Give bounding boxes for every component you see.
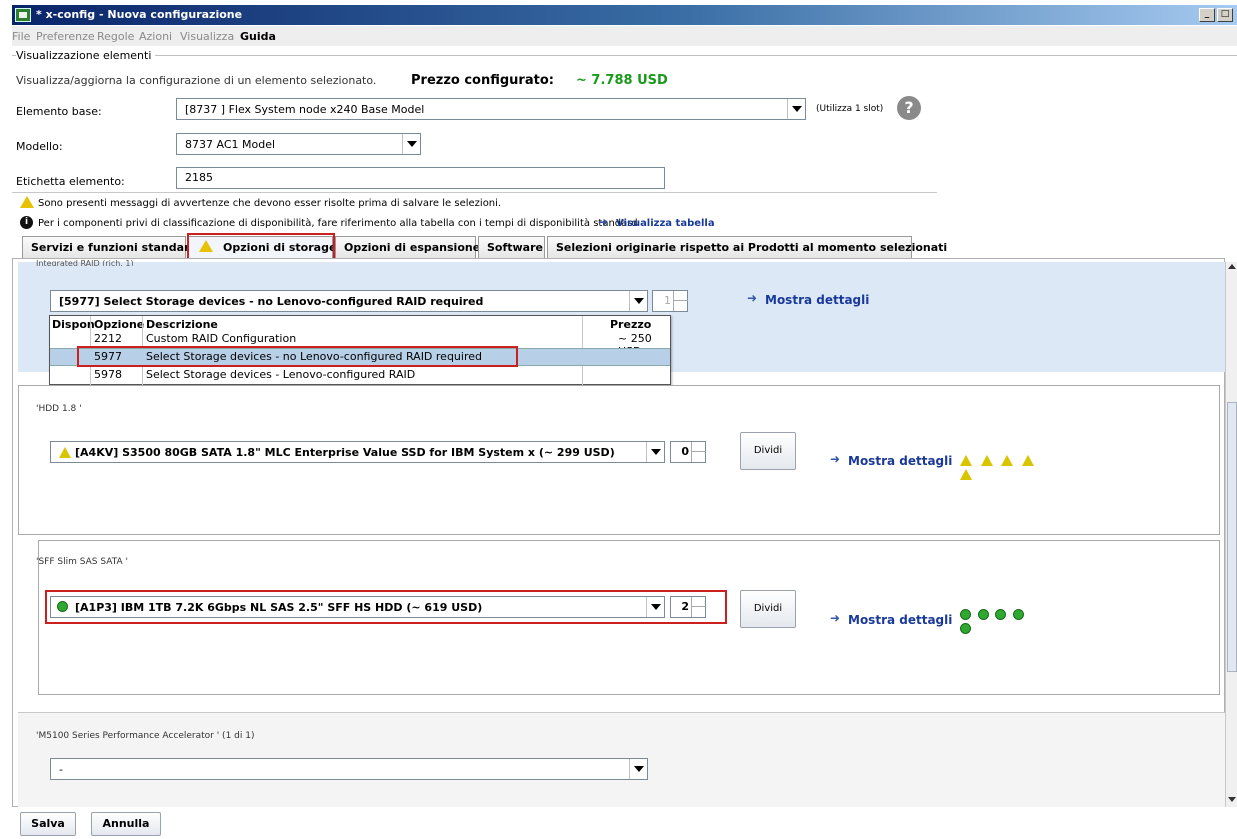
- model-label: Modello:: [16, 140, 63, 153]
- base-label: Elemento base:: [16, 105, 102, 118]
- col-availability: Dispon: [52, 318, 95, 331]
- menu-visualizza[interactable]: Visualizza: [180, 30, 234, 43]
- arrow-right-icon: ➜: [830, 452, 841, 466]
- raid-quantity[interactable]: 1: [652, 290, 688, 312]
- raid-section-title: Integrated RAID (rich. 1): [36, 259, 134, 266]
- group-border: [12, 55, 1237, 56]
- sff-status-icons: [960, 609, 1040, 637]
- menu-guida[interactable]: Guida: [240, 30, 276, 43]
- chevron-down-icon[interactable]: [629, 291, 647, 311]
- group-title: Visualizzazione elementi: [16, 49, 156, 62]
- base-element-combo[interactable]: [8737 ] Flex System node x240 Base Model: [176, 98, 806, 120]
- hdd18-combo-value: [A4KV] S3500 80GB SATA 1.8" MLC Enterpri…: [75, 446, 615, 459]
- tab-standard-services[interactable]: Servizi e funzioni standard: [22, 236, 197, 258]
- app-icon: [15, 8, 31, 22]
- tab-software[interactable]: Software: [478, 236, 545, 258]
- price-label: Prezzo configurato:: [411, 73, 554, 88]
- panel-description: Visualizza/aggiorna la configurazione di…: [16, 74, 377, 87]
- hdd18-section-title: 'HDD 1.8 ': [36, 404, 82, 414]
- arrow-right-icon: ➜: [598, 215, 609, 229]
- cancel-button[interactable]: Annulla: [91, 812, 161, 836]
- save-button[interactable]: Salva: [20, 812, 76, 836]
- sff-split-button[interactable]: Dividi: [740, 590, 796, 628]
- yellow-warning-icon: [59, 447, 72, 458]
- raid-combo-value: [5977] Select Storage devices - no Lenov…: [59, 295, 484, 308]
- option-description: Select Storage devices - Lenovo-configur…: [146, 368, 416, 381]
- green-available-icon: [1012, 609, 1024, 620]
- model-value: 8737 AC1 Model: [185, 138, 276, 151]
- menu-regole[interactable]: Regole: [97, 30, 134, 43]
- title-bar: * x-config - Nuova configurazione _ □: [12, 5, 1237, 25]
- arrow-right-icon: ➜: [747, 291, 758, 305]
- hdd18-combo[interactable]: [A4KV] S3500 80GB SATA 1.8" MLC Enterpri…: [50, 441, 665, 463]
- sff-section-title: 'SFF Slim SAS SATA ': [36, 557, 128, 567]
- raid-combo[interactable]: [5977] Select Storage devices - no Lenov…: [50, 290, 648, 312]
- spinner-arrows-icon[interactable]: [673, 291, 688, 311]
- menu-azioni[interactable]: Azioni: [139, 30, 172, 43]
- yellow-warning-icon: [1021, 455, 1035, 466]
- scroll-thumb[interactable]: [1227, 402, 1237, 672]
- separator: [12, 192, 937, 193]
- arrow-right-icon: ➜: [830, 611, 841, 625]
- window-title: * x-config - Nuova configurazione: [36, 8, 243, 21]
- raid-show-details-link[interactable]: Mostra dettagli: [765, 293, 869, 307]
- hdd18-quantity[interactable]: 0: [670, 441, 706, 463]
- highlight-storage-tab: [187, 233, 335, 261]
- view-table-link[interactable]: Visualizza tabella: [616, 218, 715, 229]
- menu-file[interactable]: File: [12, 30, 30, 43]
- warning-icon: [20, 196, 34, 211]
- m5100-combo-value: -: [59, 763, 63, 776]
- hdd18-split-button[interactable]: Dividi: [740, 432, 796, 470]
- price-value: ~ 7.788 USD: [576, 73, 668, 88]
- tag-label: Etichetta elemento:: [16, 175, 125, 188]
- info-message: Per i componenti privi di classificazion…: [38, 218, 638, 229]
- m5100-combo[interactable]: -: [50, 758, 648, 780]
- highlight-raid-option: [77, 346, 518, 367]
- yellow-warning-icon: [980, 455, 994, 466]
- sff-show-details-link[interactable]: Mostra dettagli: [848, 613, 952, 627]
- warning-message: Sono presenti messaggi di avvertenze che…: [38, 198, 502, 209]
- maximize-button[interactable]: □: [1217, 8, 1233, 22]
- tab-original-selections[interactable]: Selezioni originarie rispetto ai Prodott…: [547, 236, 947, 258]
- col-description: Descrizione: [146, 318, 218, 331]
- yellow-warning-icon: [960, 469, 973, 480]
- hdd18-show-details-link[interactable]: Mostra dettagli: [848, 454, 952, 468]
- spinner-arrows-icon[interactable]: [691, 442, 706, 462]
- chevron-down-icon[interactable]: [646, 442, 664, 462]
- menu-bar: File Preferenze Regole Azioni Visualizza…: [12, 26, 1237, 46]
- help-icon[interactable]: ?: [897, 96, 921, 120]
- scroll-up-icon[interactable]: [1228, 264, 1236, 269]
- yellow-warning-icon: [960, 455, 973, 466]
- tag-input[interactable]: 2185: [176, 167, 665, 189]
- highlight-sff-row: [45, 590, 727, 624]
- scroll-down-icon[interactable]: [1228, 797, 1236, 802]
- col-price: Prezzo: [610, 318, 652, 331]
- chevron-down-icon[interactable]: [629, 759, 647, 779]
- green-available-icon: [977, 609, 989, 620]
- chevron-down-icon[interactable]: [787, 99, 805, 119]
- option-description: Custom RAID Configuration: [146, 332, 297, 345]
- hdd18-status-icons: [960, 455, 1040, 483]
- chevron-down-icon[interactable]: [402, 134, 420, 154]
- slot-note: (Utilizza 1 slot): [816, 104, 884, 114]
- option-code: 2212: [94, 332, 122, 345]
- vertical-scrollbar[interactable]: [1225, 262, 1237, 807]
- menu-preferenze[interactable]: Preferenze: [36, 30, 95, 43]
- yellow-warning-icon: [1001, 455, 1014, 466]
- info-icon: i: [20, 216, 33, 229]
- col-option: Opzione: [94, 318, 145, 331]
- tab-expansion-options[interactable]: Opzioni di espansione: [335, 236, 480, 258]
- minimize-button[interactable]: _: [1199, 8, 1215, 22]
- model-combo[interactable]: 8737 AC1 Model: [176, 133, 421, 155]
- green-available-icon: [995, 609, 1006, 620]
- green-available-icon: [960, 623, 971, 634]
- green-available-icon: [960, 609, 971, 620]
- m5100-section-title: 'M5100 Series Performance Accelerator ' …: [36, 731, 255, 741]
- list-item[interactable]: 5978 Select Storage devices - Lenovo-con…: [50, 368, 670, 384]
- base-element-value: [8737 ] Flex System node x240 Base Model: [185, 103, 425, 116]
- option-code: 5978: [94, 368, 122, 381]
